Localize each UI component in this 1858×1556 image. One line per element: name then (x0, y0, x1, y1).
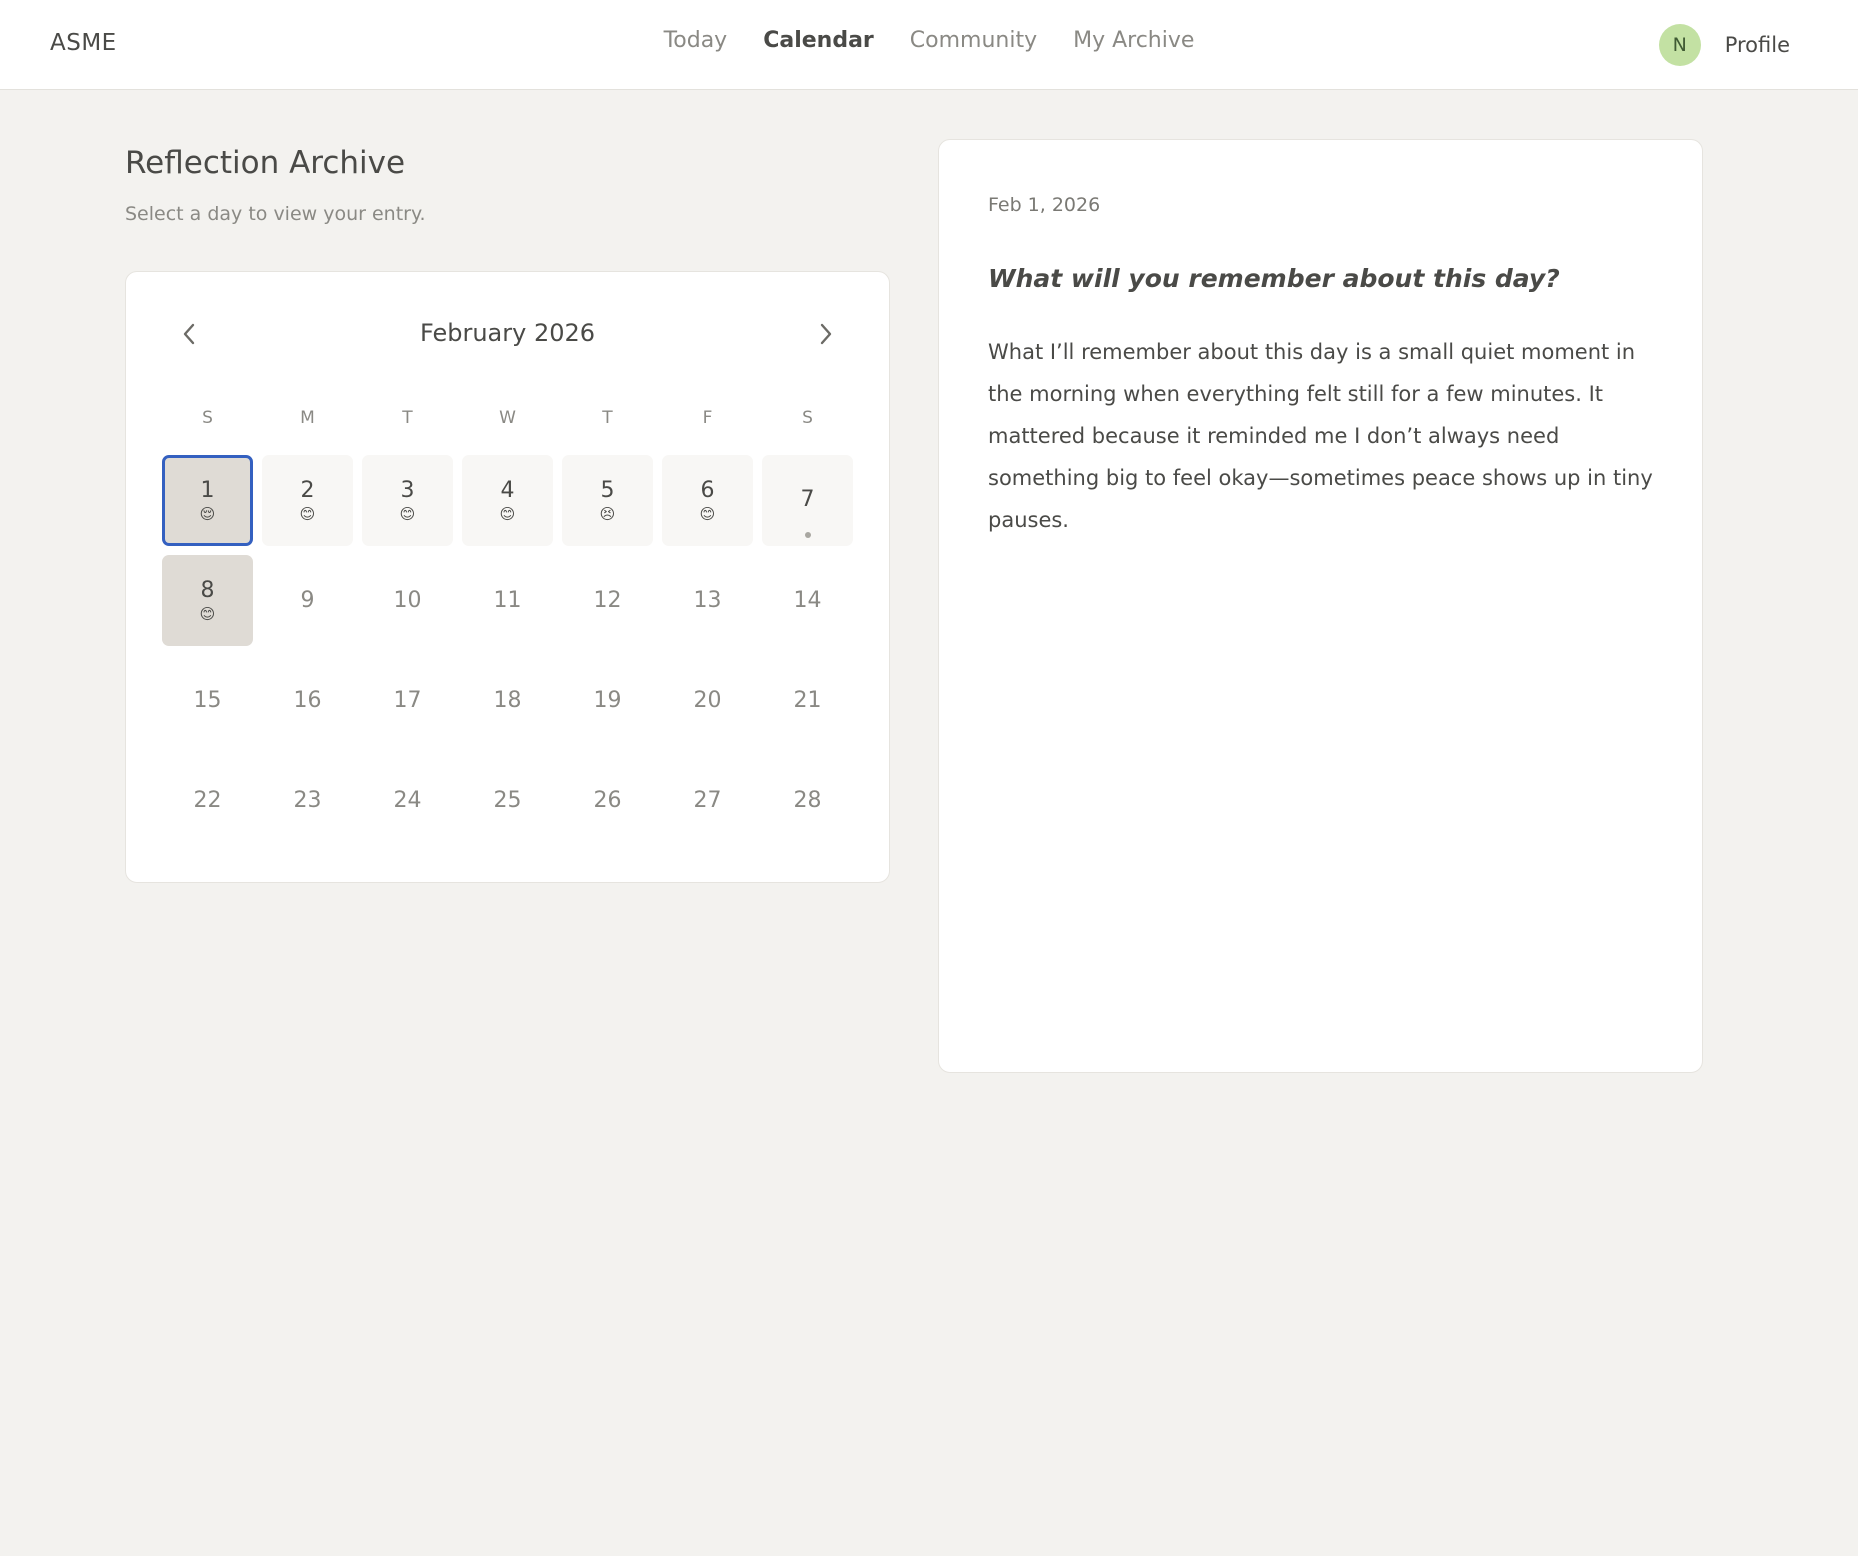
weekday-wednesday: W (499, 408, 516, 428)
nav-today[interactable]: Today (664, 28, 728, 53)
calendar-day[interactable]: 25 (462, 755, 553, 846)
day-number: 24 (393, 787, 422, 813)
calendar-day[interactable]: 24 (362, 755, 453, 846)
calendar-card: February 2026 S M T W T F S 1 😌 2 😊 3 😊 4 😊 5 😣 6 😊… (125, 271, 890, 883)
day-number: 15 (193, 687, 222, 713)
calendar-day[interactable]: 13 (662, 555, 753, 646)
day-number: 12 (593, 587, 622, 613)
day-number: 22 (193, 787, 222, 813)
day-number: 23 (293, 787, 322, 813)
day-number: 27 (693, 787, 722, 813)
mood-emoji-icon: 😊 (699, 504, 716, 523)
calendar-day[interactable]: 8 😊 (162, 555, 253, 646)
mood-emoji-icon: 😊 (299, 504, 316, 523)
calendar-day[interactable]: 19 (562, 655, 653, 746)
day-number: 17 (393, 687, 422, 713)
chevron-right-icon (820, 323, 832, 345)
weekday-saturday: S (802, 408, 813, 428)
day-number: 18 (493, 687, 522, 713)
weekday-header: S M T W T F S (162, 408, 862, 428)
day-number: 10 (393, 587, 422, 613)
page-subtitle: Select a day to view your entry. (125, 203, 426, 225)
main-nav: Today Calendar Community My Archive (0, 28, 1858, 53)
weekday-tuesday: T (402, 408, 413, 428)
day-number: 11 (493, 587, 522, 613)
day-number: 16 (293, 687, 322, 713)
calendar-day[interactable]: 16 (262, 655, 353, 746)
day-number: 14 (793, 587, 822, 613)
top-navigation: ASME Today Calendar Community My Archive… (0, 0, 1858, 90)
mood-emoji-icon: 😊 (499, 504, 516, 523)
avatar[interactable]: N (1658, 24, 1701, 66)
nav-my-archive[interactable]: My Archive (1073, 28, 1194, 53)
calendar-day[interactable]: 18 (462, 655, 553, 746)
day-number: 2 (300, 477, 315, 503)
next-month-button[interactable] (808, 316, 844, 352)
day-number: 7 (800, 486, 815, 512)
calendar-day[interactable]: 11 (462, 555, 553, 646)
day-number: 9 (300, 587, 315, 613)
day-number: 6 (700, 477, 715, 503)
month-label: February 2026 (419, 319, 596, 347)
calendar-day[interactable]: 9 (262, 555, 353, 646)
entry-date: Feb 1, 2026 (988, 194, 1101, 216)
day-number: 19 (593, 687, 622, 713)
archive-header: Reflection Archive Select a day to view … (125, 145, 890, 225)
calendar-day[interactable]: 23 (262, 755, 353, 846)
calendar-day[interactable]: 26 (562, 755, 653, 846)
day-number: 5 (600, 477, 615, 503)
profile-link[interactable]: Profile (1725, 33, 1790, 57)
nav-calendar[interactable]: Calendar (763, 28, 874, 53)
calendar-day[interactable]: 15 (162, 655, 253, 746)
entry-dot-icon (804, 532, 811, 538)
day-number: 3 (400, 477, 415, 503)
day-number: 25 (493, 787, 522, 813)
mood-emoji-icon: 😊 (199, 604, 216, 623)
calendar-day[interactable]: 7 (762, 455, 853, 546)
day-number: 26 (593, 787, 622, 813)
day-number: 4 (500, 477, 515, 503)
calendar-day[interactable]: 12 (562, 555, 653, 646)
page-title: Reflection Archive (125, 145, 406, 181)
day-number: 1 (200, 477, 215, 503)
entry-card: Feb 1, 2026 What will you remember about… (938, 139, 1703, 1073)
day-number: 13 (693, 587, 722, 613)
mood-emoji-icon: 😣 (599, 504, 616, 523)
entry-text: What I’ll remember about this day is a s… (988, 340, 1653, 532)
calendar-day[interactable]: 20 (662, 655, 753, 746)
calendar-day[interactable]: 4 😊 (462, 455, 553, 546)
mood-emoji-icon: 😊 (399, 504, 416, 523)
calendar-day[interactable]: 1 😌 (162, 455, 253, 546)
day-number: 28 (793, 787, 822, 813)
weekday-thursday: T (602, 408, 613, 428)
day-number: 21 (793, 687, 822, 713)
weekday-sunday: S (202, 408, 213, 428)
weekday-friday: F (702, 408, 713, 428)
calendar-day[interactable]: 5 😣 (562, 455, 653, 546)
day-number: 8 (200, 577, 215, 603)
calendar-day[interactable]: 21 (762, 655, 853, 746)
calendar-day[interactable]: 3 😊 (362, 455, 453, 546)
profile-menu[interactable]: N Profile (1658, 24, 1790, 66)
calendar-day[interactable]: 14 (762, 555, 853, 646)
calendar-days-grid: 1 😌 2 😊 3 😊 4 😊 5 😣 6 😊 7 8 😊 9 10 11 12 13 14 15 16 17 18 19 20 21… (162, 455, 862, 846)
entry-prompt: What will you remember about this day? (988, 264, 1560, 293)
calendar-day[interactable]: 27 (662, 755, 753, 846)
calendar-day[interactable]: 28 (762, 755, 853, 846)
calendar-day[interactable]: 10 (362, 555, 453, 646)
weekday-monday: M (300, 408, 315, 428)
calendar-day[interactable]: 17 (362, 655, 453, 746)
calendar-day[interactable]: 2 😊 (262, 455, 353, 546)
day-number: 20 (693, 687, 722, 713)
calendar-day[interactable]: 22 (162, 755, 253, 846)
calendar-day[interactable]: 6 😊 (662, 455, 753, 546)
nav-community[interactable]: Community (910, 28, 1037, 53)
mood-emoji-icon: 😌 (199, 504, 216, 523)
